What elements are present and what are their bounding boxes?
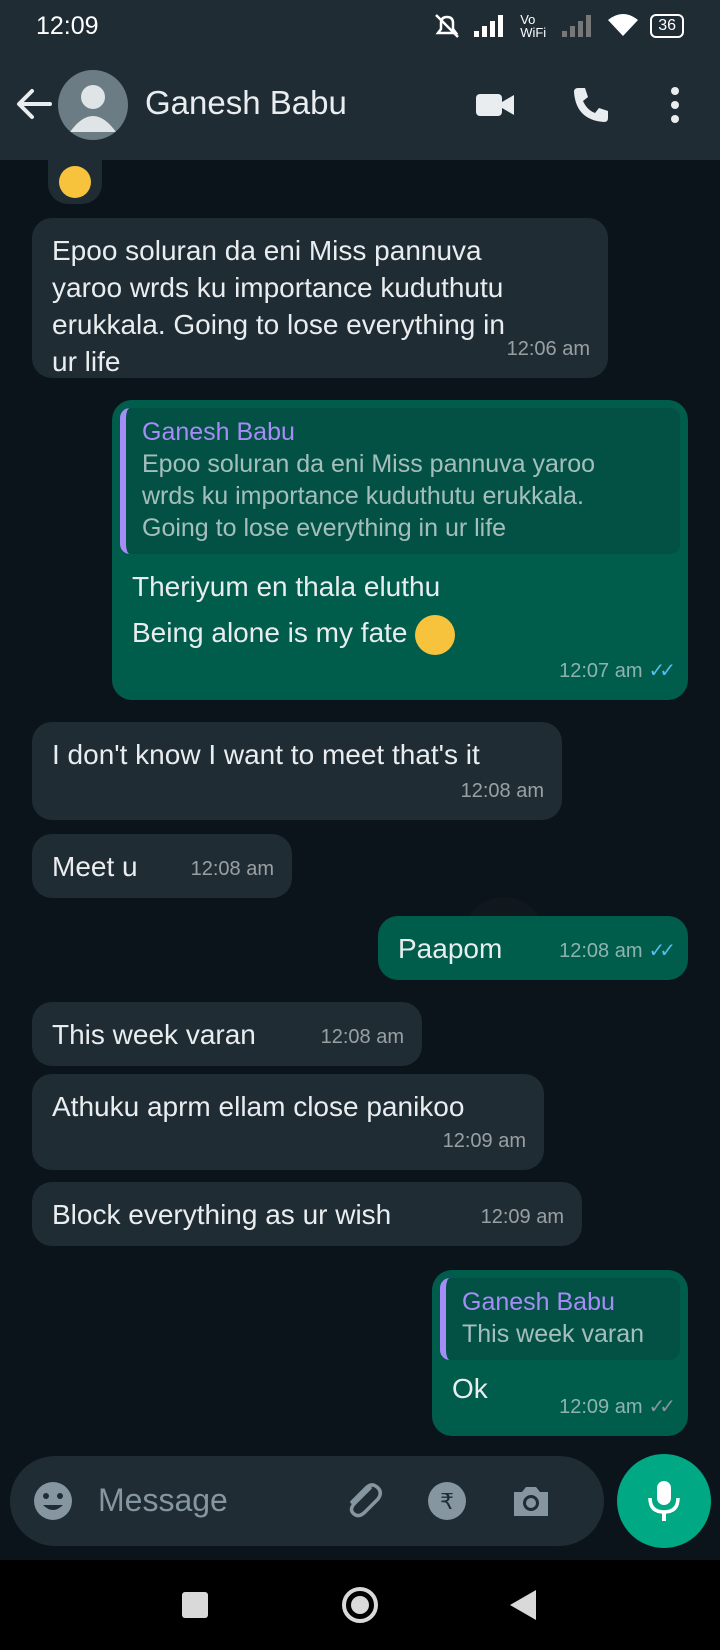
message-text: Athuku aprm ellam close panikoo <box>52 1091 465 1122</box>
message-outgoing[interactable]: Ganesh Babu This week varan Ok 12:09 am ✓… <box>432 1270 688 1436</box>
message-time: 12:09 am ✓✓ <box>559 1389 676 1426</box>
chat-header: Ganesh Babu <box>0 52 720 160</box>
wifi-icon <box>608 14 639 36</box>
system-nav-bar <box>0 1560 720 1650</box>
attach-icon[interactable] <box>340 1478 386 1524</box>
message-text-line: yaroo wrds ku importance kuduthutu <box>52 272 504 303</box>
message-outgoing[interactable]: Ganesh Babu Epoo soluran da eni Miss pan… <box>112 400 688 700</box>
voice-record-button[interactable] <box>617 1454 711 1548</box>
message-incoming[interactable]: Block everything as ur wish 12:09 am <box>32 1182 582 1246</box>
quote-text-line: Epoo soluran da eni Miss pannuva yaroo <box>142 450 596 478</box>
message-text: I don't know I want to meet that's it <box>52 739 480 770</box>
microphone-icon <box>648 1481 680 1521</box>
vowifi-label: Vo WiFi <box>520 12 547 40</box>
disappointed-face-icon <box>415 614 456 655</box>
message-input[interactable]: Message <box>98 1482 228 1519</box>
status-icons: Vo WiFi 36 <box>432 13 684 39</box>
quote-text-line: wrds ku importance kuduthutu erukkala. <box>142 482 584 510</box>
message-incoming[interactable]: Meet u 12:08 am <box>32 834 292 898</box>
message-composer[interactable]: Message ₹ <box>10 1456 604 1546</box>
camera-icon[interactable] <box>508 1478 554 1524</box>
delivered-tick-icon: ✓✓ <box>648 1396 675 1418</box>
message-time: 12:08 am ✓✓ <box>559 933 676 970</box>
back-triangle-icon[interactable] <box>508 1588 538 1622</box>
battery-indicator: 36 <box>650 14 684 38</box>
message-text-line: Being alone is my fate <box>132 617 408 648</box>
reaction-bubble <box>48 160 102 204</box>
signal-weak-icon <box>562 15 592 37</box>
default-avatar-icon <box>70 85 116 132</box>
quote-text: This week varan <box>462 1320 645 1348</box>
status-time: 12:09 <box>36 11 99 40</box>
quote-author: Ganesh Babu <box>142 418 295 446</box>
message-time: 12:07 am ✓✓ <box>559 653 676 690</box>
message-time: 12:09 am <box>442 1130 526 1152</box>
message-text-line: Epoo soluran da eni Miss pannuva <box>52 235 482 266</box>
message-time: 12:08 am <box>460 780 544 802</box>
message-incoming[interactable]: This week varan 12:08 am <box>32 1002 422 1066</box>
read-tick-icon: ✓✓ <box>648 660 675 682</box>
voice-call-icon[interactable] <box>568 82 614 128</box>
quote-author: Ganesh Babu <box>462 1288 615 1316</box>
read-tick-icon: ✓✓ <box>648 940 675 962</box>
quote-text-line: Going to lose everything in ur life <box>142 514 507 542</box>
more-options-icon[interactable] <box>652 82 698 128</box>
back-arrow-icon[interactable] <box>14 84 54 124</box>
chat-area[interactable]: Epoo soluran da eni Miss pannuva yaroo w… <box>0 160 720 1456</box>
message-incoming[interactable]: I don't know I want to meet that's it 12… <box>32 722 562 820</box>
status-bar: 12:09 Vo WiFi 36 <box>0 0 720 52</box>
payment-rupee-icon[interactable]: ₹ <box>424 1478 470 1524</box>
svg-text:₹: ₹ <box>440 1490 454 1515</box>
message-time: 12:06 am <box>506 338 590 360</box>
contact-avatar[interactable] <box>58 70 128 140</box>
message-incoming[interactable]: Athuku aprm ellam close panikoo 12:09 am <box>32 1074 544 1170</box>
message-text-line: Theriyum en thala eluthu <box>132 571 441 602</box>
emoji-icon[interactable] <box>30 1478 76 1524</box>
video-call-icon[interactable] <box>472 82 518 128</box>
message-outgoing[interactable]: Paapom 12:08 am ✓✓ <box>378 916 688 980</box>
signal-icon <box>474 15 504 37</box>
message-time: 12:08 am <box>190 858 274 880</box>
message-time: 12:08 am <box>320 1026 404 1048</box>
recents-square-icon[interactable] <box>180 1590 210 1620</box>
quoted-message[interactable]: Ganesh Babu This week varan <box>440 1278 680 1360</box>
contact-name[interactable]: Ganesh Babu <box>145 84 347 122</box>
message-incoming[interactable]: Epoo soluran da eni Miss pannuva yaroo w… <box>32 218 608 378</box>
crying-face-icon <box>59 166 91 198</box>
home-circle-icon[interactable] <box>340 1585 380 1625</box>
message-time: 12:09 am <box>480 1206 564 1228</box>
quoted-message[interactable]: Ganesh Babu Epoo soluran da eni Miss pan… <box>120 408 680 554</box>
mute-icon <box>435 14 460 38</box>
